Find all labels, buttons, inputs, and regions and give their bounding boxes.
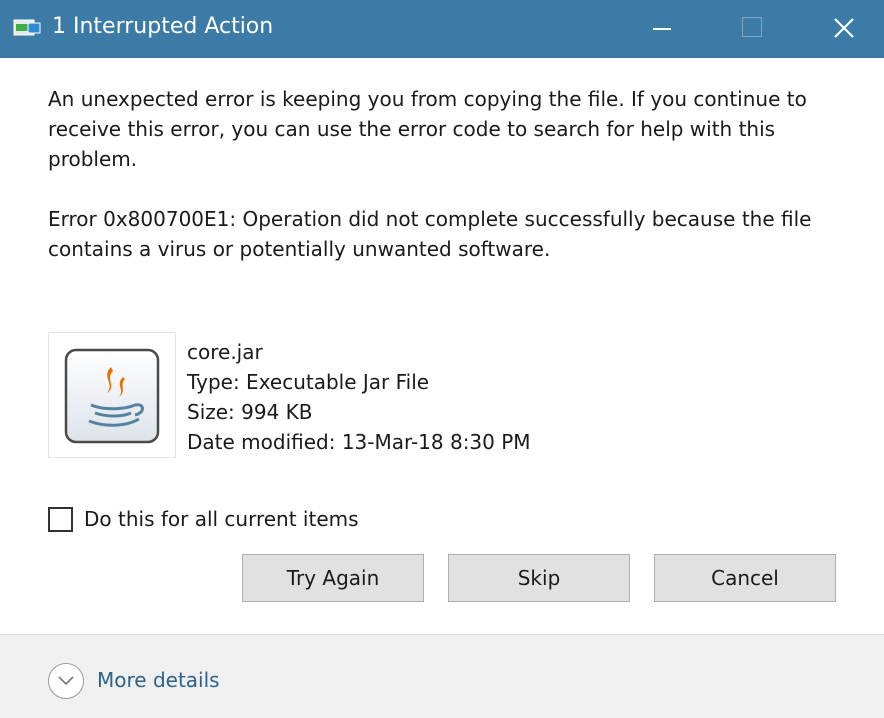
window-title: 1 Interrupted Action (52, 14, 274, 39)
java-jar-icon (64, 348, 160, 444)
footer: More details (0, 634, 884, 718)
file-size: Size: 994 KB (187, 400, 313, 424)
file-thumbnail (48, 332, 176, 458)
error-code-text: Error 0x800700E1: Operation did not comp… (48, 207, 812, 261)
file-type: Type: Executable Jar File (187, 370, 430, 394)
skip-button[interactable]: Skip (448, 554, 630, 602)
cancel-button[interactable]: Cancel (654, 554, 836, 602)
file-date-modified: Date modified: 13-Mar-18 8:30 PM (187, 430, 531, 454)
apply-all-label[interactable]: Do this for all current items (84, 505, 359, 533)
error-message: An unexpected error is keeping you from … (48, 87, 807, 171)
more-details-toggle[interactable] (48, 663, 84, 699)
title-bar[interactable]: 1 Interrupted Action (0, 0, 884, 58)
chevron-down-icon (58, 676, 74, 686)
file-details: core.jar Type: Executable Jar File Size:… (187, 337, 531, 457)
try-again-button[interactable]: Try Again (242, 554, 424, 602)
close-icon (834, 18, 854, 38)
maximize-button (720, 0, 782, 58)
close-button[interactable] (812, 0, 874, 58)
file-name: core.jar (187, 340, 263, 364)
more-details-link[interactable]: More details (97, 665, 220, 695)
apply-all-checkbox[interactable] (48, 507, 73, 532)
minimize-button[interactable] (631, 0, 693, 58)
file-copy-icon (13, 18, 41, 38)
